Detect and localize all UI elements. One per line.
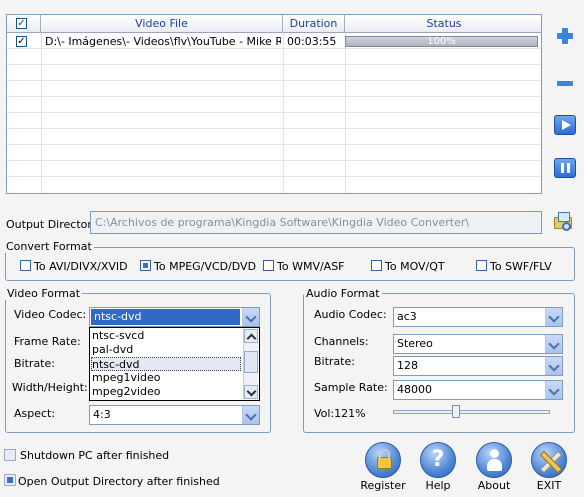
- video-bitrate-label: Bitrate:: [14, 357, 55, 370]
- output-directory-input[interactable]: C:\Archivos de programa\Kingdia Software…: [90, 211, 542, 234]
- radio-mpeg-label[interactable]: To MPEG/VCD/DVD: [154, 260, 256, 273]
- exit-button[interactable]: EXIT: [525, 442, 573, 492]
- start-convert-button[interactable]: [554, 115, 576, 135]
- frame-rate-label: Frame Rate:: [14, 335, 81, 348]
- video-format-legend: Video Format: [5, 287, 83, 300]
- radio-mov[interactable]: [371, 260, 382, 271]
- about-button[interactable]: About: [470, 442, 518, 492]
- video-file-path: D:\- Imágenes\- Videos\flv\YouTube - Mik…: [45, 35, 281, 48]
- video-duration: 00:03:55: [287, 35, 337, 48]
- audio-bitrate-select[interactable]: 128: [393, 356, 563, 376]
- table-row: [7, 66, 541, 81]
- exit-label: EXIT: [536, 479, 562, 492]
- scroll-down-arrow-icon[interactable]: [244, 385, 258, 399]
- sample-rate-select[interactable]: 48000: [393, 380, 563, 400]
- table-row: [7, 178, 541, 193]
- sample-rate-label: Sample Rate:: [314, 381, 388, 394]
- radio-avi-label[interactable]: To AVI/DIVX/XVID: [34, 260, 128, 273]
- magnifier-icon: [562, 222, 571, 231]
- table-row: [7, 130, 541, 145]
- audio-format-legend: Audio Format: [304, 287, 382, 300]
- file-list-table[interactable]: ✓ Video File Duration Status ✓ D:\- Imág…: [6, 14, 542, 194]
- dropdown-option[interactable]: mpeg2video: [92, 385, 161, 399]
- pause-convert-button[interactable]: [554, 158, 576, 178]
- register-label: Register: [360, 479, 406, 492]
- dropdown-option-selected[interactable]: ntsc-dvd: [91, 357, 241, 371]
- chevron-down-icon[interactable]: [545, 381, 562, 399]
- audio-codec-value: ac3: [397, 310, 417, 323]
- radio-mov-label[interactable]: To MOV/QT: [385, 260, 445, 273]
- table-row: [7, 98, 541, 113]
- lock-icon: [365, 442, 401, 478]
- dropdown-scrollbar[interactable]: [243, 329, 258, 399]
- radio-mpeg[interactable]: [140, 260, 151, 271]
- channels-select[interactable]: Stereo: [393, 334, 563, 354]
- radio-wmv[interactable]: [263, 260, 274, 271]
- chevron-down-icon[interactable]: [545, 357, 562, 375]
- shutdown-checkbox[interactable]: [4, 449, 16, 461]
- video-codec-select[interactable]: ntsc-dvd: [89, 307, 260, 327]
- table-row: [7, 146, 541, 161]
- video-codec-label: Video Codec:: [14, 308, 87, 321]
- convert-format-legend: Convert Format: [4, 240, 94, 253]
- audio-bitrate-value: 128: [397, 359, 418, 372]
- chevron-down-icon[interactable]: [545, 335, 562, 353]
- output-directory-label: Output Directory: [6, 218, 99, 231]
- scroll-up-arrow-icon[interactable]: [244, 329, 258, 343]
- dropdown-option[interactable]: ntsc-svcd: [92, 329, 144, 343]
- video-codec-value: ntsc-dvd: [91, 309, 240, 325]
- person-icon: [476, 442, 512, 478]
- channels-value: Stereo: [397, 337, 433, 350]
- header-check-column[interactable]: ✓: [7, 15, 41, 33]
- status-progress-text: 100%: [427, 36, 456, 47]
- register-button[interactable]: Register: [359, 442, 407, 492]
- table-header: ✓ Video File Duration Status: [7, 15, 541, 33]
- dropdown-option[interactable]: mpeg1video: [92, 371, 161, 385]
- radio-avi[interactable]: [20, 260, 31, 271]
- tools-icon: [531, 442, 567, 478]
- audio-codec-select[interactable]: ac3: [393, 307, 563, 327]
- width-height-label: Width/Height:: [12, 381, 88, 394]
- status-progress-bar: 100%: [345, 36, 538, 47]
- add-file-button[interactable]: [555, 26, 575, 46]
- audio-bitrate-label: Bitrate:: [314, 355, 355, 368]
- row-checkbox[interactable]: ✓: [16, 36, 27, 47]
- header-status[interactable]: Status: [345, 15, 541, 33]
- open-directory-label[interactable]: Open Output Directory after finished: [18, 475, 220, 488]
- open-directory-checkbox[interactable]: [4, 474, 16, 486]
- dropdown-option[interactable]: pal-dvd: [92, 343, 133, 357]
- aspect-value: 4:3: [93, 408, 111, 421]
- about-label: About: [477, 479, 511, 492]
- browse-folder-button[interactable]: [554, 210, 574, 232]
- header-video-file[interactable]: Video File: [41, 15, 283, 33]
- table-row: [7, 114, 541, 129]
- chevron-down-icon[interactable]: [242, 406, 259, 424]
- scrollbar-thumb[interactable]: [244, 351, 258, 373]
- question-icon: [420, 442, 456, 478]
- volume-label: Vol:121%: [314, 407, 366, 420]
- video-codec-dropdown-list[interactable]: ntsc-svcd pal-dvd ntsc-dvd mpeg1video mp…: [89, 327, 260, 401]
- table-row: [7, 162, 541, 177]
- shutdown-label[interactable]: Shutdown PC after finished: [20, 449, 169, 462]
- volume-slider-thumb[interactable]: [452, 405, 460, 418]
- aspect-select[interactable]: 4:3: [89, 405, 260, 425]
- chevron-down-icon[interactable]: [242, 308, 259, 326]
- header-duration[interactable]: Duration: [283, 15, 345, 33]
- radio-swf[interactable]: [476, 260, 487, 271]
- chevron-down-icon[interactable]: [545, 308, 562, 326]
- remove-file-button[interactable]: [555, 74, 575, 94]
- aspect-label: Aspect:: [14, 407, 56, 420]
- audio-codec-label: Audio Codec:: [314, 308, 387, 321]
- sample-rate-value: 48000: [397, 383, 432, 396]
- volume-slider-track[interactable]: [393, 410, 550, 414]
- table-row[interactable]: ✓ D:\- Imágenes\- Videos\flv\YouTube - M…: [7, 34, 541, 49]
- select-all-checkbox[interactable]: ✓: [16, 18, 27, 29]
- help-label: Help: [425, 479, 451, 492]
- channels-label: Channels:: [314, 335, 369, 348]
- radio-swf-label[interactable]: To SWF/FLV: [490, 260, 552, 273]
- help-button[interactable]: Help: [414, 442, 462, 492]
- table-row: [7, 50, 541, 65]
- table-row: [7, 82, 541, 97]
- radio-wmv-label[interactable]: To WMV/ASF: [277, 260, 345, 273]
